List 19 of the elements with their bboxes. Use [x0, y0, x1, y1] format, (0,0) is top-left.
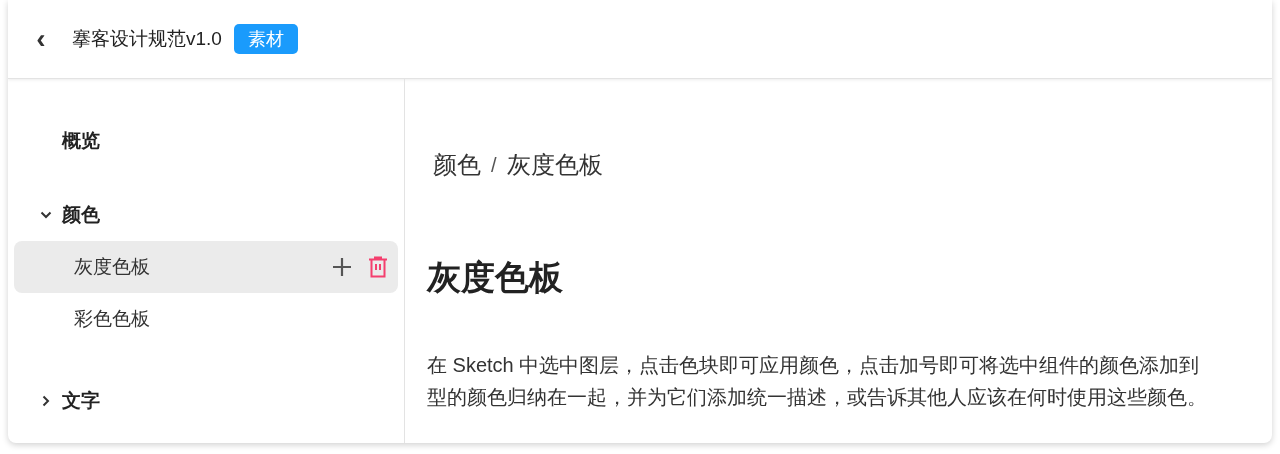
project-title: 搴客设计规范v1.0 [72, 26, 222, 51]
sidebar-item-label: 灰度色板 [74, 254, 151, 279]
description-text: 型的颜色归纳在一起，并为它们添加统一描述，或告诉其他人应该在何时使用这些颜色。 [427, 385, 1208, 410]
back-button[interactable]: ‹ [34, 25, 48, 53]
sidebar-item[interactable]: 灰度色板 [14, 241, 398, 293]
category-badge: 素材 [233, 24, 298, 54]
breadcrumb-separator: / [491, 153, 497, 178]
breadcrumb-item[interactable]: 灰度色板 [506, 147, 603, 183]
sidebar-item-label: 彩色色板 [74, 306, 151, 331]
description-text: 在 Sketch 中选中图层，点击色块即可应用颜色，点击加号即可将选中组件的颜色添加到 [427, 353, 1201, 378]
chevron-down-icon[interactable] [40, 209, 52, 221]
page-heading: 灰度色板 [427, 257, 564, 297]
sidebar-group-item[interactable]: 文字 [14, 375, 398, 427]
sidebar-group-item[interactable]: 概览 [14, 115, 398, 167]
chevron-right-icon[interactable] [40, 395, 52, 407]
breadcrumb-item[interactable]: 颜色 [433, 147, 481, 183]
trash-icon[interactable] [368, 256, 388, 278]
sidebar-group-item[interactable]: 颜色 [14, 189, 398, 241]
plus-icon[interactable] [332, 257, 352, 277]
